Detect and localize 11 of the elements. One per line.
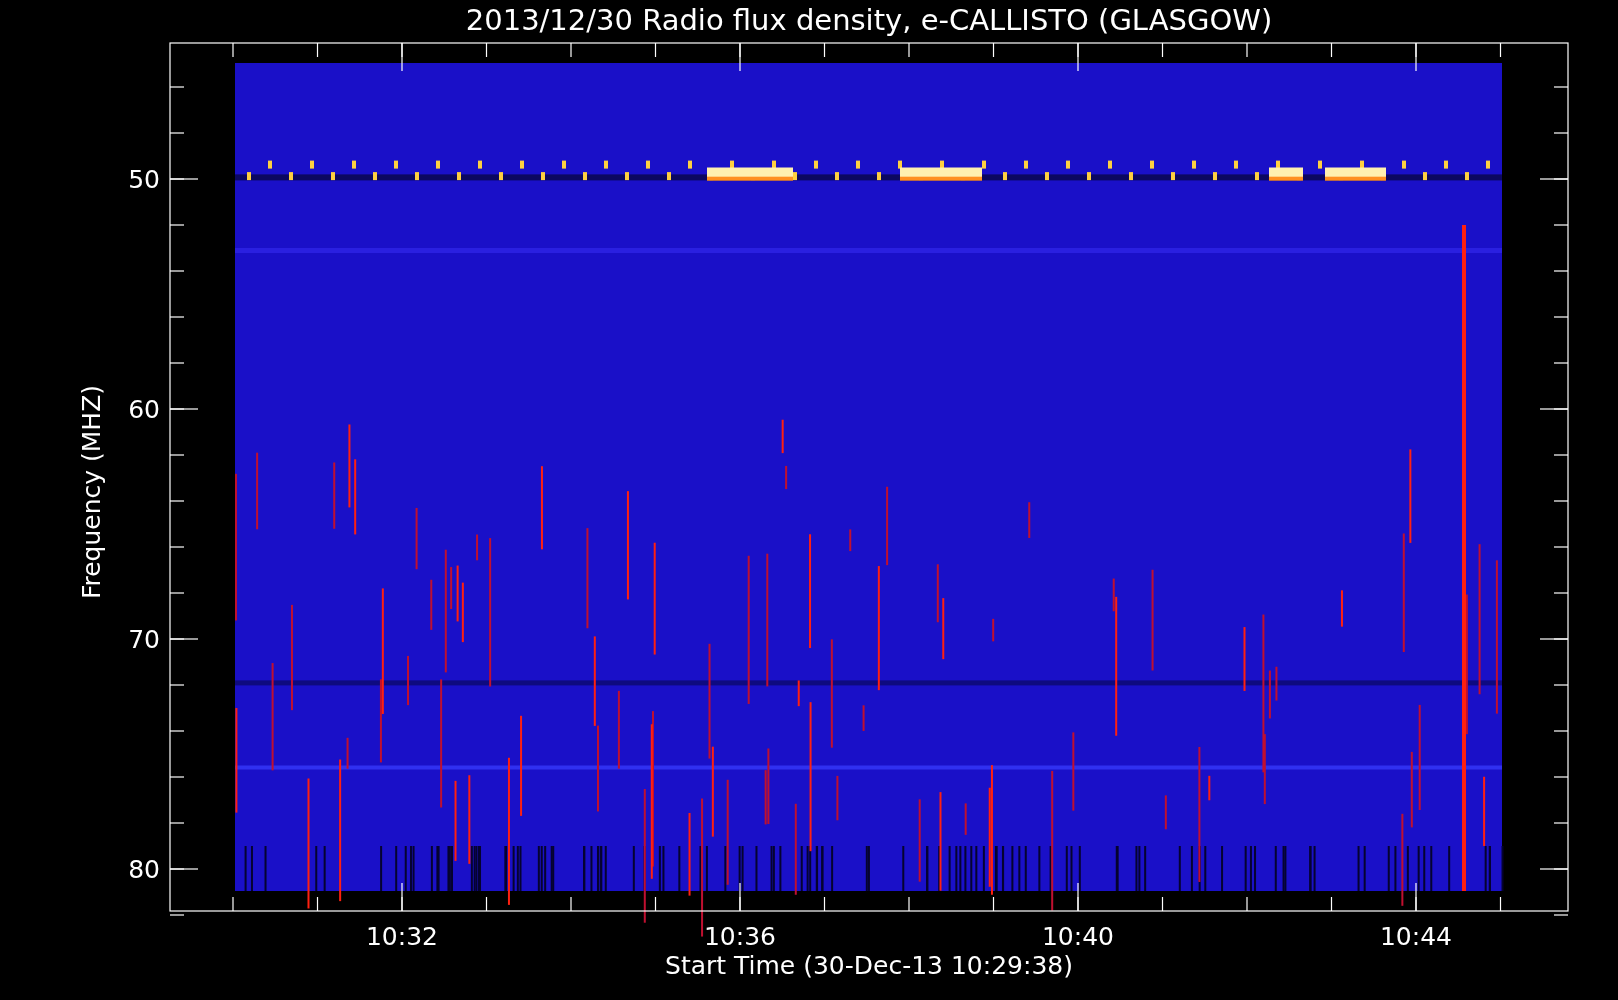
- tick-label: 10:40: [1042, 922, 1114, 951]
- plot-title: 2013/12/30 Radio flux density, e-CALLISTO (GLASGOW): [465, 3, 1273, 37]
- tick-label: 80: [128, 855, 160, 884]
- tick-label: 10:36: [704, 922, 776, 951]
- axis-label: Frequency (MHZ): [77, 384, 106, 600]
- axis-label: Start Time (30-Dec-13 10:29:38): [665, 951, 1073, 980]
- tick-label: 10:32: [366, 922, 438, 951]
- tick-label: 60: [128, 395, 160, 424]
- tick-label: 50: [128, 165, 160, 194]
- tick-label: 70: [128, 625, 160, 654]
- tick-label: 10:44: [1380, 922, 1452, 951]
